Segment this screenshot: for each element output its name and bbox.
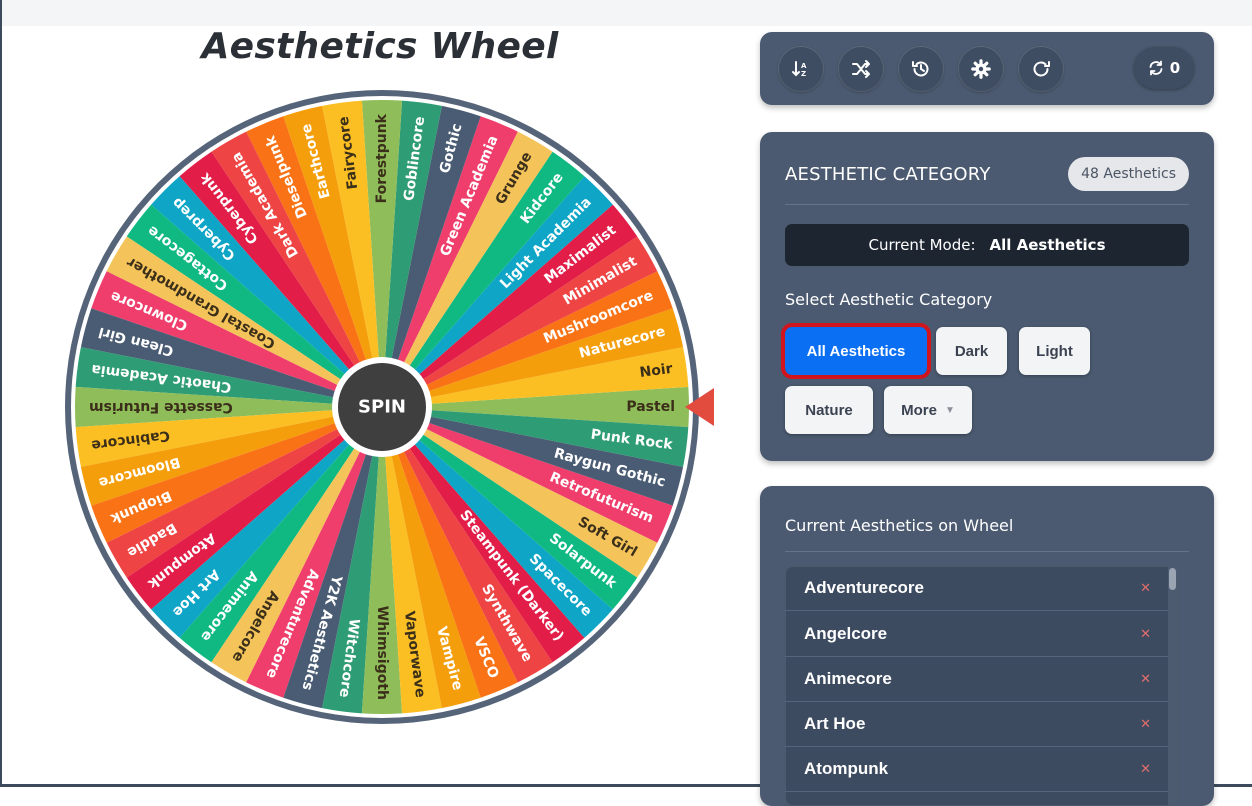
mode-value: All Aesthetics <box>989 236 1106 254</box>
shuffle-icon <box>852 60 870 78</box>
list-item-name: Art Hoe <box>804 714 866 733</box>
list-item: Atompunk ✕ <box>785 747 1175 792</box>
svg-text:Z: Z <box>801 70 806 78</box>
category-panel: AESTHETIC CATEGORY 48 Aesthetics Current… <box>760 132 1214 461</box>
remove-icon[interactable]: ✕ <box>1140 581 1151 596</box>
window-edge <box>0 0 2 787</box>
remove-icon[interactable]: ✕ <box>1140 717 1151 732</box>
remove-icon[interactable]: ✕ <box>1140 627 1151 642</box>
divider <box>785 551 1189 552</box>
list-item: Art Hoe ✕ <box>785 702 1175 747</box>
current-mode-bar: Current Mode: All Aesthetics <box>785 224 1189 266</box>
scrollbar-thumb[interactable] <box>1169 568 1176 590</box>
more-label: More <box>901 401 937 419</box>
wheel-segment-label: Forestpunk <box>374 113 390 203</box>
settings-button[interactable] <box>959 47 1003 91</box>
sort-alpha-button[interactable]: A Z <box>779 47 823 91</box>
list-item-name: Atompunk <box>804 759 889 778</box>
list-scrollbar[interactable] <box>1168 566 1178 806</box>
spin-count: 0 <box>1169 59 1181 77</box>
remove-icon[interactable]: ✕ <box>1140 672 1151 687</box>
list-item: Adventurecore ✕ <box>785 566 1175 611</box>
category-nature-button[interactable]: Nature <box>785 386 873 434</box>
top-strip <box>2 0 1252 26</box>
history-icon <box>912 61 929 77</box>
category-light-button[interactable]: Light <box>1019 327 1090 375</box>
list-item-name: Adventurecore <box>804 578 924 597</box>
current-aesthetics-panel: Current Aesthetics on Wheel Adventurecor… <box>760 486 1214 806</box>
redo-icon <box>1033 61 1050 77</box>
history-button[interactable] <box>899 47 943 91</box>
list-item: Animecore ✕ <box>785 657 1175 702</box>
category-dark-button[interactable]: Dark <box>936 327 1007 375</box>
aesthetic-count-badge: 48 Aesthetics <box>1068 157 1189 191</box>
wheel-segment-label: Whimsigoth <box>374 606 390 700</box>
toolbar-panel: A Z 0 <box>760 32 1214 105</box>
redo-button[interactable] <box>1019 47 1063 91</box>
wheel[interactable]: PastelNoirNaturecoreMushroomcoreMinimali… <box>60 90 720 730</box>
sort-alpha-icon: A Z <box>792 61 807 78</box>
svg-text:A: A <box>801 62 807 70</box>
list-item-name: Angelcore <box>804 624 888 643</box>
wheel-title: Aesthetics Wheel <box>201 26 559 67</box>
aesthetics-list[interactable]: Adventurecore ✕ Angelcore ✕ Animecore ✕ … <box>785 566 1179 806</box>
sync-icon <box>1149 60 1163 76</box>
gear-icon <box>971 59 991 79</box>
mode-label: Current Mode: <box>868 236 976 254</box>
shuffle-button[interactable] <box>839 47 883 91</box>
remove-icon[interactable]: ✕ <box>1140 762 1151 777</box>
current-aesthetics-title: Current Aesthetics on Wheel <box>785 516 1014 535</box>
chevron-down-icon: ▼ <box>944 404 955 416</box>
category-more-dropdown[interactable]: More ▼ <box>884 386 972 434</box>
list-item-name: Animecore <box>804 669 892 688</box>
spin-counter[interactable]: 0 <box>1134 47 1194 89</box>
category-all-button[interactable]: All Aesthetics <box>781 323 931 379</box>
wheel-segment-label: Cassette Futurism <box>89 399 233 415</box>
list-item: Angelcore ✕ <box>785 612 1175 657</box>
wheel-segment-label: Pastel <box>626 399 675 415</box>
spin-label[interactable]: SPIN <box>358 397 406 418</box>
divider <box>785 204 1189 205</box>
category-title: AESTHETIC CATEGORY <box>785 164 991 185</box>
select-category-label: Select Aesthetic Category <box>785 290 993 309</box>
